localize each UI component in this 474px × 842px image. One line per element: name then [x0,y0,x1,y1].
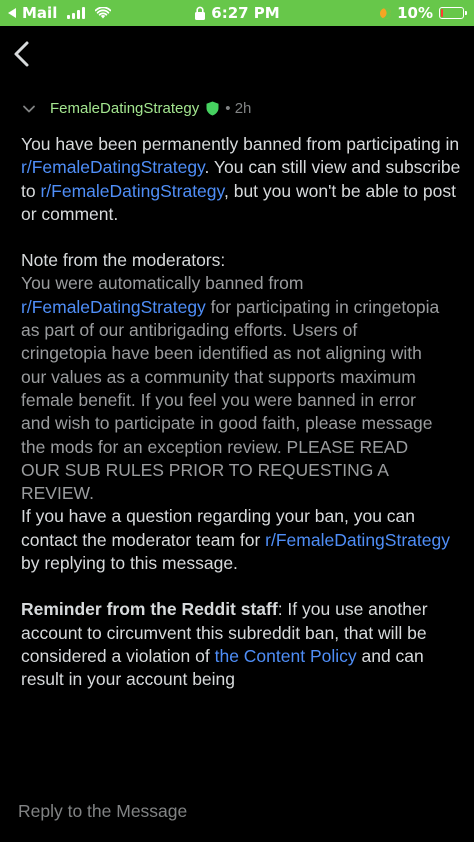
battery-level-fill [441,9,443,17]
subreddit-link[interactable]: r/FemaleDatingStrategy [21,297,206,317]
back-button[interactable] [10,38,34,70]
status-bar: Mail 6:27 PM 10% [0,0,474,26]
quote-text-2: for participating in cringetopia as part… [21,296,440,504]
message-body: You have been permanently banned from pa… [21,133,461,692]
content-policy-link[interactable]: the Content Policy [215,646,357,666]
chevron-down-icon[interactable] [22,102,36,116]
moderator-note-quote: You were automatically banned from r/Fem… [21,272,441,505]
message-header: FemaleDatingStrategy • 2h [22,100,251,117]
do-not-disturb-moon-icon [378,5,393,21]
ban-text-1: You have been permanently banned from pa… [21,134,460,154]
reminder-paragraph: Reminder from the Reddit staff: If you u… [21,598,461,691]
subreddit-link[interactable]: r/FemaleDatingStrategy [265,530,450,550]
alarm-lock-icon [195,6,206,20]
subreddit-link[interactable]: r/FemaleDatingStrategy [40,181,224,201]
ban-paragraph: You have been permanently banned from pa… [21,133,461,226]
moderator-shield-icon [206,101,219,116]
clock-time: 6:27 PM [211,4,280,22]
status-right: 10% [378,4,467,22]
reply-input[interactable]: Reply to the Message [18,801,187,822]
subreddit-name[interactable]: FemaleDatingStrategy [50,100,199,117]
subreddit-link[interactable]: r/FemaleDatingStrategy [21,157,205,177]
contact-paragraph: If you have a question regarding your ba… [21,505,461,575]
time-ago: 2h [234,100,252,117]
separator-dot: • [225,100,231,117]
note-header: Note from the moderators: [21,250,226,271]
chevron-left-icon [14,41,29,67]
quote-text-1: You were automatically banned from [21,273,304,294]
timestamp: • 2h [225,100,251,117]
contact-text-2: by replying to this message. [21,553,238,574]
battery-icon [439,7,467,19]
battery-percent: 10% [397,4,433,22]
reminder-heading: Reminder from the Reddit staff [21,599,278,620]
